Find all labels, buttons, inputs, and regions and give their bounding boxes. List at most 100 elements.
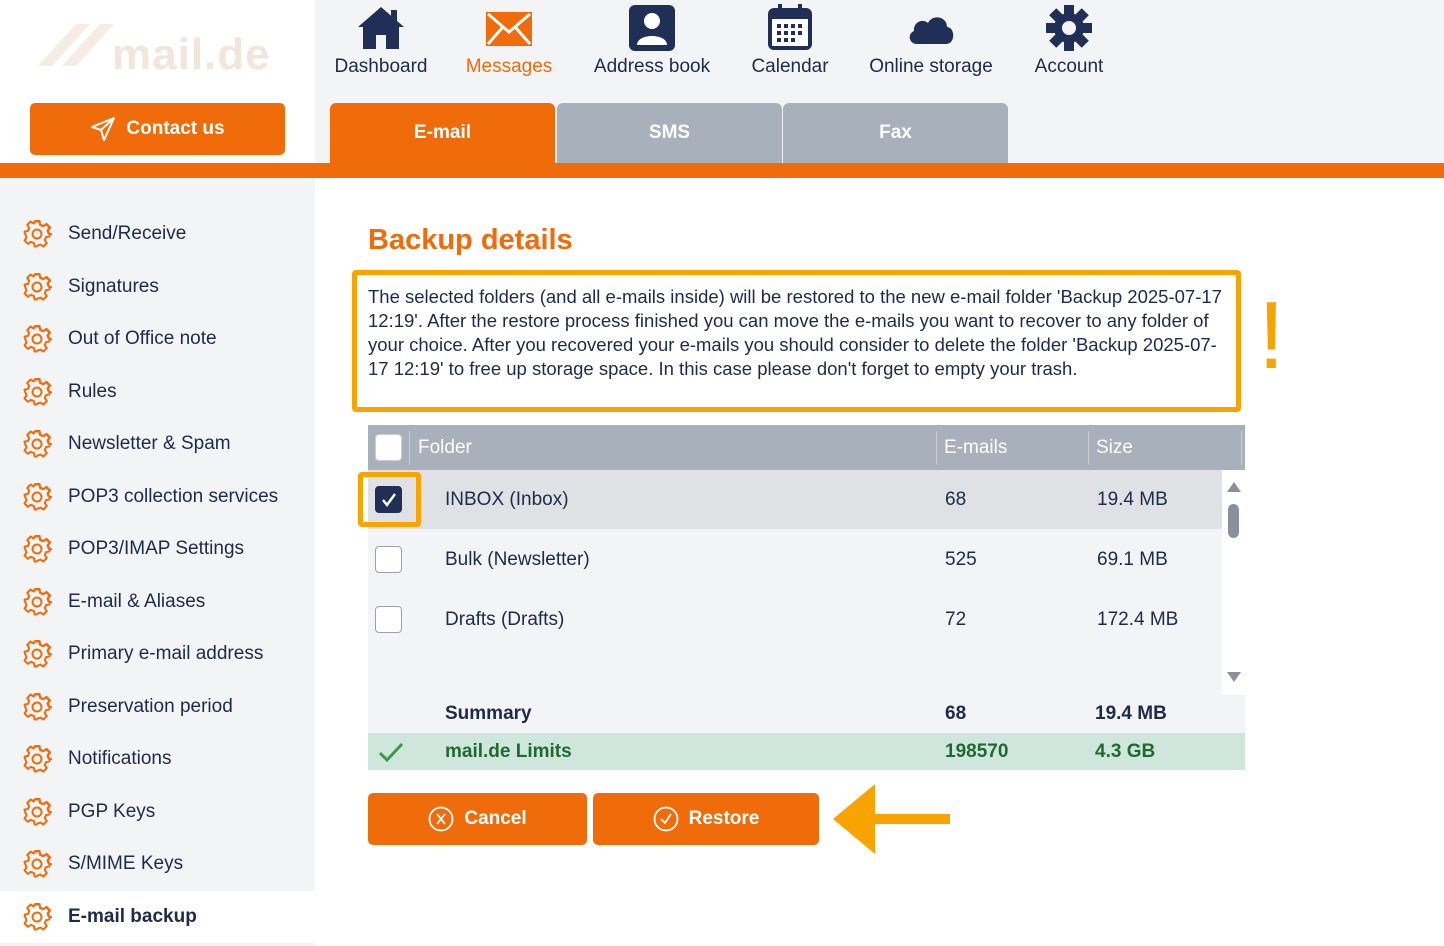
nav-label: Calendar bbox=[751, 56, 829, 77]
sidebar-item-s-mime-keys[interactable]: S/MIME Keys bbox=[0, 838, 315, 890]
gear-icon bbox=[23, 850, 52, 878]
nav-label: Dashboard bbox=[334, 56, 428, 77]
checkmark-icon bbox=[382, 493, 397, 508]
column-separator bbox=[1241, 431, 1242, 465]
table-row[interactable]: INBOX (Inbox) 68 19.4 MB bbox=[358, 470, 1222, 529]
gear-icon bbox=[23, 273, 52, 301]
summary-size: 19.4 MB bbox=[1095, 703, 1167, 724]
sidebar-item-label: Out of Office note bbox=[68, 328, 217, 349]
tab-sms[interactable]: SMS bbox=[557, 103, 782, 163]
nav-address-book[interactable]: Address book bbox=[587, 0, 717, 78]
gear-icon bbox=[23, 693, 52, 721]
sidebar-item-label: Rules bbox=[68, 381, 117, 402]
envelope-icon bbox=[486, 12, 532, 46]
nav-account[interactable]: Account bbox=[1004, 0, 1134, 78]
paper-plane-icon bbox=[91, 117, 116, 141]
table-scrollbar[interactable] bbox=[1222, 470, 1245, 695]
tab-fax[interactable]: Fax bbox=[783, 103, 1008, 163]
scroll-down-arrow-icon[interactable] bbox=[1227, 672, 1241, 682]
folder-name: INBOX (Inbox) bbox=[445, 488, 569, 510]
folder-size: 19.4 MB bbox=[1097, 488, 1168, 510]
sidebar-item-out-of-office-note[interactable]: Out of Office note bbox=[0, 313, 315, 365]
cloud-icon bbox=[909, 17, 954, 44]
folder-size: 172.4 MB bbox=[1097, 608, 1179, 630]
limits-row: mail.de Limits 198570 4.3 GB bbox=[368, 733, 1245, 770]
gear-icon bbox=[23, 483, 52, 511]
nav-online-storage[interactable]: Online storage bbox=[866, 0, 996, 78]
table-row[interactable]: Drafts (Drafts) 72 172.4 MB bbox=[368, 590, 1222, 649]
scroll-up-arrow-icon[interactable] bbox=[1227, 482, 1241, 492]
row-checkbox-checked[interactable] bbox=[375, 486, 402, 513]
restore-button[interactable]: Restore bbox=[593, 793, 819, 845]
nav-dashboard[interactable]: Dashboard bbox=[316, 0, 446, 78]
folder-name: Bulk (Newsletter) bbox=[445, 548, 590, 570]
cancel-button[interactable]: Cancel bbox=[368, 793, 587, 845]
column-separator bbox=[409, 431, 410, 465]
contact-us-button[interactable]: Contact us bbox=[30, 103, 285, 155]
gear-icon bbox=[23, 220, 52, 248]
sidebar-item-label: Primary e-mail address bbox=[68, 643, 264, 664]
calendar-icon bbox=[768, 4, 812, 50]
summary-emails: 68 bbox=[945, 703, 967, 724]
sidebar-item-label: POP3 collection services bbox=[68, 486, 279, 507]
gear-icon bbox=[23, 378, 52, 406]
sidebar-item-label: PGP Keys bbox=[68, 801, 156, 822]
cancel-label: Cancel bbox=[464, 808, 527, 829]
logo[interactable]: mail.de bbox=[112, 30, 271, 80]
row-checkbox[interactable] bbox=[375, 606, 402, 633]
folder-name: Drafts (Drafts) bbox=[445, 608, 565, 630]
table-row[interactable]: Bulk (Newsletter) 525 69.1 MB bbox=[368, 530, 1222, 589]
tab-underline-bar bbox=[0, 163, 1444, 178]
summary-label: Summary bbox=[445, 703, 532, 724]
sidebar-item-e-mail-aliases[interactable]: E-mail & Aliases bbox=[0, 576, 315, 628]
scroll-thumb[interactable] bbox=[1228, 504, 1239, 538]
sidebar-item-signatures[interactable]: Signatures bbox=[0, 261, 315, 313]
gear-icon bbox=[23, 325, 52, 353]
pointer-arrow-icon bbox=[833, 784, 950, 854]
nav-label: Messages bbox=[465, 56, 553, 77]
gear-icon bbox=[23, 798, 52, 826]
limits-size: 4.3 GB bbox=[1095, 740, 1156, 762]
nav-label: Account bbox=[1034, 56, 1104, 77]
sidebar-item-primary-e-mail-address[interactable]: Primary e-mail address bbox=[0, 628, 315, 680]
sidebar-item-label: E-mail & Aliases bbox=[68, 591, 206, 612]
column-header-size[interactable]: Size bbox=[1096, 425, 1133, 470]
folder-table-body: INBOX (Inbox) 68 19.4 MB Bulk (Newslette… bbox=[358, 470, 1245, 695]
exclamation-mark: ! bbox=[1258, 282, 1285, 389]
cancel-circle-icon bbox=[428, 806, 454, 832]
checkmark-icon bbox=[378, 742, 404, 763]
logo-area: mail.de bbox=[0, 0, 315, 100]
nav-label: Online storage bbox=[869, 56, 993, 77]
page-title: Backup details bbox=[368, 224, 573, 256]
tab-email[interactable]: E-mail bbox=[330, 103, 555, 163]
gear-icon bbox=[23, 588, 52, 616]
row-checkbox[interactable] bbox=[375, 546, 402, 573]
sidebar-item-send-receive[interactable]: Send/Receive bbox=[0, 208, 315, 260]
restore-label: Restore bbox=[688, 808, 760, 829]
sidebar-item-preservation-period[interactable]: Preservation period bbox=[0, 681, 315, 733]
column-header-folder[interactable]: Folder bbox=[418, 425, 472, 470]
column-separator bbox=[1088, 431, 1089, 465]
sidebar-item-label: S/MIME Keys bbox=[68, 853, 184, 874]
sidebar-item-newsletter-spam[interactable]: Newsletter & Spam bbox=[0, 418, 315, 470]
summary-row: Summary 68 19.4 MB bbox=[368, 695, 1245, 733]
sidebar-item-notifications[interactable]: Notifications bbox=[0, 733, 315, 785]
sidebar-item-pgp-keys[interactable]: PGP Keys bbox=[0, 786, 315, 838]
nav-label: Address book bbox=[593, 56, 711, 77]
folder-table-header: Folder E-mails Size bbox=[368, 425, 1245, 470]
column-header-emails[interactable]: E-mails bbox=[944, 425, 1007, 470]
column-separator bbox=[936, 431, 937, 465]
sidebar-item-rules[interactable]: Rules bbox=[0, 366, 315, 418]
sidebar-item-pop3-imap-settings[interactable]: POP3/IMAP Settings bbox=[0, 523, 315, 575]
gear-icon bbox=[23, 535, 52, 563]
restore-info-text: The selected folders (and all e-mails in… bbox=[368, 286, 1222, 379]
nav-messages[interactable]: Messages bbox=[444, 0, 574, 78]
sidebar-item-pop3-collection-services[interactable]: POP3 collection services bbox=[0, 471, 315, 523]
sidebar-item-label: Signatures bbox=[68, 276, 159, 297]
limits-label: mail.de Limits bbox=[445, 740, 572, 762]
sidebar-item-label: Newsletter & Spam bbox=[68, 433, 231, 454]
sidebar-item-label: POP3/IMAP Settings bbox=[68, 538, 245, 559]
nav-calendar[interactable]: Calendar bbox=[725, 0, 855, 78]
select-all-checkbox[interactable] bbox=[375, 434, 402, 461]
sidebar-item-e-mail-backup[interactable]: E-mail backup bbox=[0, 891, 315, 943]
